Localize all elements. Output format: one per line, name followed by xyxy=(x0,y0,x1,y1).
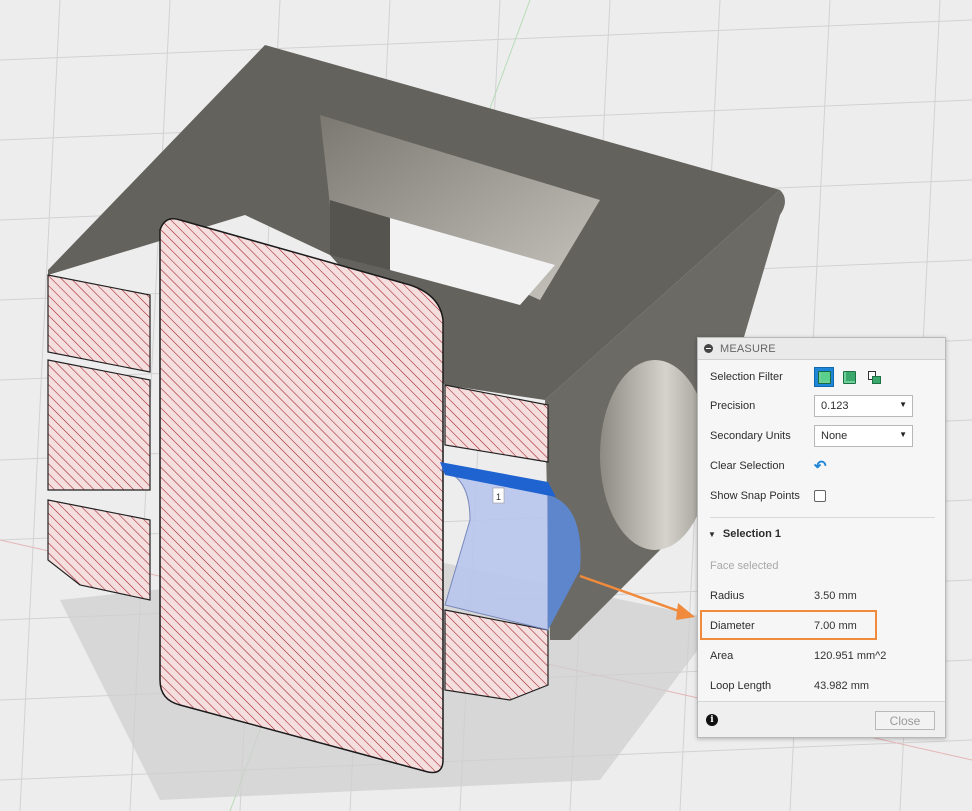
divider xyxy=(710,517,935,518)
loop-length-label: Loop Length xyxy=(710,680,772,692)
collapse-icon[interactable] xyxy=(704,344,713,353)
info-icon[interactable]: i xyxy=(706,714,718,726)
secondary-units-value: None xyxy=(821,430,848,442)
undo-icon[interactable]: ↶ xyxy=(814,459,827,474)
precision-dropdown[interactable]: 0.123 ▼ xyxy=(814,395,913,417)
section-left-top xyxy=(47,274,151,373)
face-selected-status: Face selected xyxy=(710,560,779,572)
section-left-mid xyxy=(47,359,151,491)
area-label: Area xyxy=(710,650,734,662)
secondary-units-row: Secondary Units None ▼ xyxy=(710,425,935,447)
section-left-bottom xyxy=(47,499,151,601)
chevron-down-icon: ▼ xyxy=(899,430,907,439)
face-status-row: Face selected xyxy=(710,555,935,577)
component-select-icon[interactable] xyxy=(864,367,884,387)
clear-selection-row: Clear Selection ↶ xyxy=(710,455,935,477)
radius-label: Radius xyxy=(710,590,745,602)
selection-filter-row: Selection Filter xyxy=(710,366,935,388)
show-snap-points-checkbox[interactable] xyxy=(814,490,826,502)
area-value: 120.951 mm^2 xyxy=(814,650,887,662)
area-row: Area 120.951 mm^2 xyxy=(710,645,935,667)
chevron-down-icon: ▼ xyxy=(899,400,907,409)
precision-row: Precision 0.123 ▼ xyxy=(710,395,935,417)
loop-length-value: 43.982 mm xyxy=(814,680,870,692)
panel-footer: i Close xyxy=(698,701,945,737)
face-select-icon[interactable] xyxy=(814,367,834,387)
panel-title: MEASURE xyxy=(720,342,776,355)
snap-points-row: Show Snap Points xyxy=(710,485,935,507)
secondary-units-label: Secondary Units xyxy=(710,430,791,442)
close-button[interactable]: Close xyxy=(875,711,935,730)
expand-triangle-icon: ▼ xyxy=(708,529,716,539)
selection-filter-label: Selection Filter xyxy=(710,371,783,383)
show-snap-points-label: Show Snap Points xyxy=(710,490,800,502)
selection-1-header[interactable]: ▼ Selection 1 xyxy=(708,528,781,540)
section-main-plate xyxy=(159,218,444,774)
radius-value: 3.50 mm xyxy=(814,590,857,602)
precision-value: 0.123 xyxy=(821,400,849,412)
diameter-highlight-box xyxy=(700,610,877,640)
panel-header: MEASURE xyxy=(698,338,945,360)
clear-selection-label: Clear Selection xyxy=(710,460,785,472)
loop-length-row: Loop Length 43.982 mm xyxy=(710,675,935,697)
radius-row: Radius 3.50 mm xyxy=(710,585,935,607)
measure-panel: MEASURE Selection Filter Precision 0.123… xyxy=(697,337,946,738)
body-select-icon[interactable] xyxy=(839,367,859,387)
selection-number-label: 1 xyxy=(496,492,501,502)
selection-1-title: Selection 1 xyxy=(722,528,781,540)
side-hole xyxy=(600,360,710,550)
precision-label: Precision xyxy=(710,400,756,412)
secondary-units-dropdown[interactable]: None ▼ xyxy=(814,425,913,447)
